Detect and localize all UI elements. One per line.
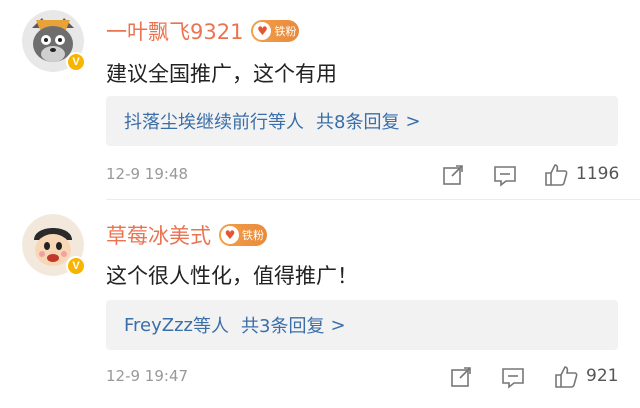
comment-icon[interactable] [492,162,518,188]
chevron-right-icon: > [330,314,346,336]
comment-footer: 12-9 19:47 921 [0,362,640,392]
timestamp: 12-9 19:47 [106,367,189,385]
avatar[interactable]: V [22,10,86,72]
comment-text: 建议全国推广，这个有用 [106,62,337,86]
fan-badge-label: 铁粉 [242,229,264,242]
verified-badge: V [66,256,86,276]
username[interactable]: 一叶飘飞9321 [106,16,243,46]
fan-badge[interactable]: ♥ 铁粉 [251,20,300,42]
name-row: 一叶飘飞9321 ♥ 铁粉 [106,16,300,46]
chevron-right-icon: > [405,110,421,132]
heart-icon: ♥ [253,22,272,40]
fan-badge[interactable]: ♥ 铁粉 [219,224,267,246]
reply-summary[interactable]: FreyZzz 等人 共3条回复 > [106,300,618,350]
comment-icon[interactable] [500,364,526,390]
share-icon[interactable] [448,364,474,390]
comment-item: V 一叶飘飞9321 ♥ 铁粉 建议全国推广，这个有用 抖落尘埃继续前行 等人 … [0,0,640,200]
name-row: 草莓冰美式 ♥ 铁粉 [106,220,267,250]
verified-badge: V [66,52,86,72]
reply-count[interactable]: 共3条回复 [241,312,324,338]
reply-summary[interactable]: 抖落尘埃继续前行 等人 共8条回复 > [106,96,618,146]
heart-icon: ♥ [221,226,239,244]
reply-names[interactable]: 抖落尘埃继续前行 [124,108,268,134]
reply-names[interactable]: FreyZzz [124,315,193,336]
like-count: 1196 [576,164,620,184]
timestamp: 12-9 19:48 [106,165,189,183]
like-count: 921 [586,366,619,386]
username[interactable]: 草莓冰美式 [106,220,211,250]
reply-count[interactable]: 共8条回复 [316,108,399,134]
comment-item: V 草莓冰美式 ♥ 铁粉 这个很人性化，值得推广！ FreyZzz 等人 共3条… [0,200,640,408]
share-icon[interactable] [440,162,466,188]
reply-suffix: 等人 [268,112,304,133]
fan-badge-label: 铁粉 [274,25,297,38]
avatar[interactable]: V [22,214,86,276]
comment-footer: 12-9 19:48 1196 [0,160,640,190]
reply-suffix: 等人 [193,316,230,337]
comment-list: V 一叶飘飞9321 ♥ 铁粉 建议全国推广，这个有用 抖落尘埃继续前行 等人 … [0,0,640,408]
thumbs-up-icon[interactable] [553,364,579,390]
comment-text: 这个很人性化，值得推广！ [106,264,358,288]
thumbs-up-icon[interactable] [543,162,569,188]
